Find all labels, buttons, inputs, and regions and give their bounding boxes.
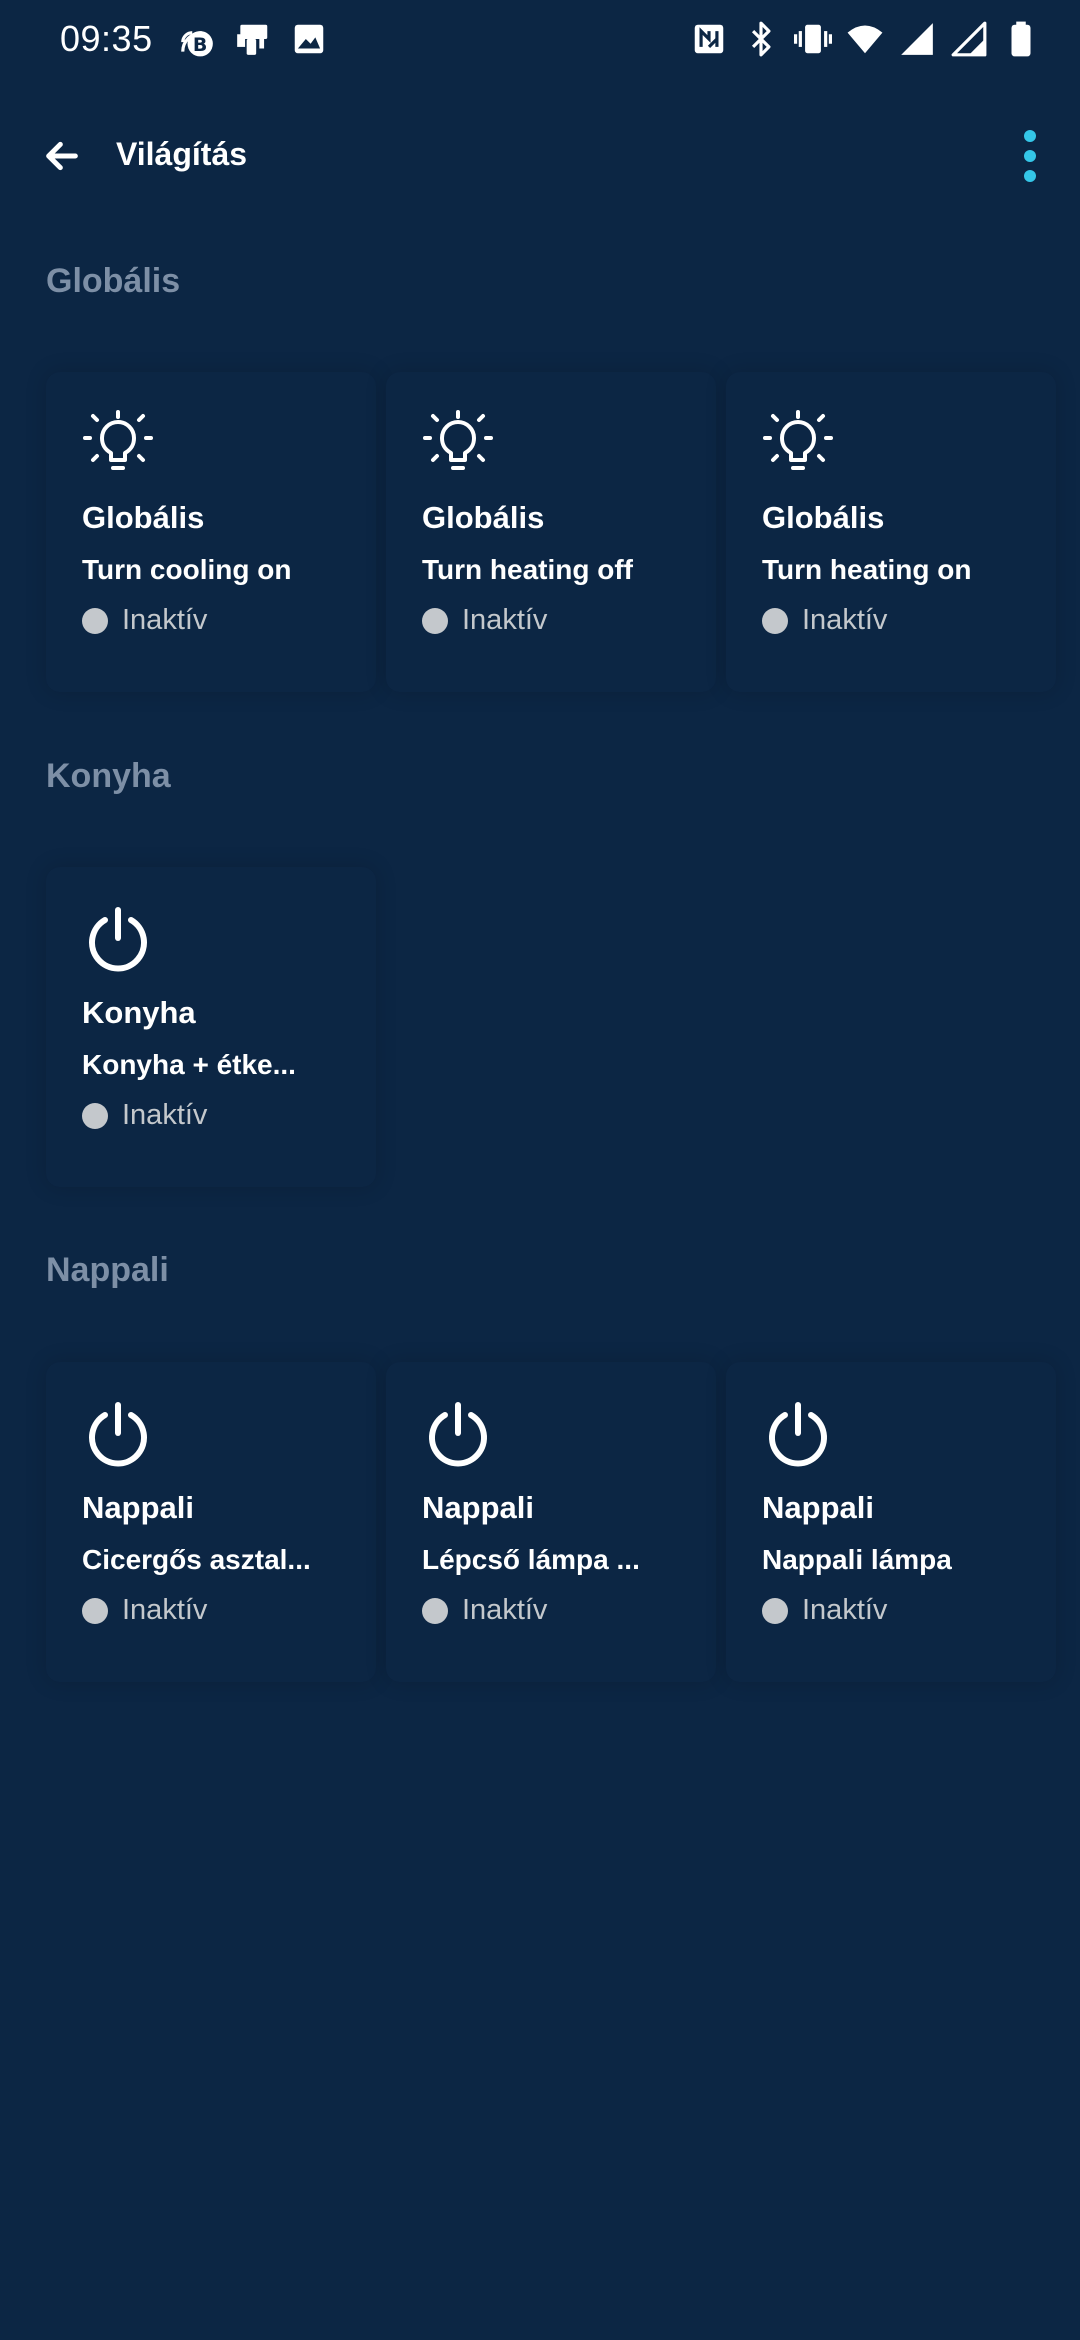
- scene-card[interactable]: Nappali Lépcső lámpa ... Inaktív: [386, 1362, 716, 1682]
- scene-card[interactable]: Konyha Konyha + étke... Inaktív: [46, 867, 376, 1187]
- device-icon: [234, 20, 272, 58]
- status-left-icons: B: [178, 20, 328, 58]
- scene-card[interactable]: Nappali Nappali lámpa Inaktív: [726, 1362, 1056, 1682]
- card-status: Inaktív: [82, 604, 207, 637]
- card-scene-name: Turn heating off: [422, 554, 633, 585]
- back-button[interactable]: [36, 132, 88, 184]
- scene-card[interactable]: Globális Turn heating on Inaktív: [726, 372, 1056, 692]
- card-scene-name: Turn cooling on: [82, 554, 292, 585]
- card-scene-name: Lépcső lámpa ...: [422, 1544, 640, 1575]
- status-dot: [82, 1102, 108, 1129]
- bluetooth-icon: [742, 20, 780, 58]
- card-group-label: Nappali: [762, 1490, 874, 1525]
- card-group-label: Nappali: [422, 1490, 534, 1525]
- nfc-icon: [690, 20, 728, 58]
- status-text: Inaktív: [122, 1594, 208, 1626]
- status-text: Inaktív: [802, 1594, 888, 1626]
- app-bar: Világítás: [0, 118, 1080, 198]
- card-scene-name: Cicergős asztal...: [82, 1544, 311, 1575]
- section-header-globalis: Globális: [46, 262, 181, 300]
- image-icon: [290, 20, 328, 58]
- signal-icon: [898, 20, 936, 58]
- status-text: Inaktív: [122, 1099, 208, 1131]
- card-group-label: Konyha: [82, 995, 196, 1030]
- card-scene-name: Nappali lámpa: [762, 1544, 952, 1575]
- status-text: Inaktív: [462, 604, 548, 636]
- status-dot: [762, 1597, 788, 1624]
- status-dot: [762, 607, 788, 634]
- card-status: Inaktív: [762, 604, 887, 637]
- status-text: Inaktív: [462, 1594, 548, 1626]
- status-dot: [422, 1597, 448, 1624]
- svg-text:B: B: [193, 34, 207, 56]
- lightbulb-icon: [762, 410, 834, 482]
- scene-card[interactable]: Globális Turn heating off Inaktív: [386, 372, 716, 692]
- card-status: Inaktív: [422, 604, 547, 637]
- card-group-label: Globális: [762, 500, 885, 535]
- status-bar: 09:35 B: [0, 0, 1080, 80]
- status-time: 09:35: [60, 18, 153, 59]
- section-header-nappali: Nappali: [46, 1251, 169, 1289]
- card-group-label: Globális: [82, 500, 205, 535]
- scene-card[interactable]: Nappali Cicergős asztal... Inaktív: [46, 1362, 376, 1682]
- status-dot: [82, 1597, 108, 1624]
- status-dot: [82, 607, 108, 634]
- status-dot: [422, 607, 448, 634]
- status-text: Inaktív: [122, 604, 208, 636]
- card-group-label: Nappali: [82, 1490, 194, 1525]
- lightbulb-icon: [422, 410, 494, 482]
- card-scene-name: Turn heating on: [762, 554, 972, 585]
- arrow-left-icon: [42, 136, 82, 181]
- page-title: Világítás: [116, 136, 248, 172]
- power-icon: [82, 1400, 154, 1472]
- signal-icon: [950, 20, 988, 58]
- card-group-label: Globális: [422, 500, 545, 535]
- battery-icon: [1002, 20, 1040, 58]
- power-icon: [762, 1400, 834, 1472]
- power-icon: [422, 1400, 494, 1472]
- vibrate-icon: [794, 20, 832, 58]
- wifi-icon: [846, 20, 884, 58]
- section-header-konyha: Konyha: [46, 757, 171, 795]
- card-status: Inaktív: [422, 1594, 547, 1627]
- power-icon: [82, 905, 154, 977]
- card-status: Inaktív: [82, 1594, 207, 1627]
- status-right-icons: [690, 20, 1040, 58]
- more-vertical-icon: [1022, 128, 1038, 189]
- more-options-button[interactable]: [1010, 126, 1050, 190]
- bluetooth-b-badge-icon: B: [178, 20, 216, 58]
- lightbulb-icon: [82, 410, 154, 482]
- status-text: Inaktív: [802, 604, 888, 636]
- card-status: Inaktív: [82, 1099, 207, 1132]
- card-status: Inaktív: [762, 1594, 887, 1627]
- scene-card[interactable]: Globális Turn cooling on Inaktív: [46, 372, 376, 692]
- card-scene-name: Konyha + étke...: [82, 1049, 296, 1080]
